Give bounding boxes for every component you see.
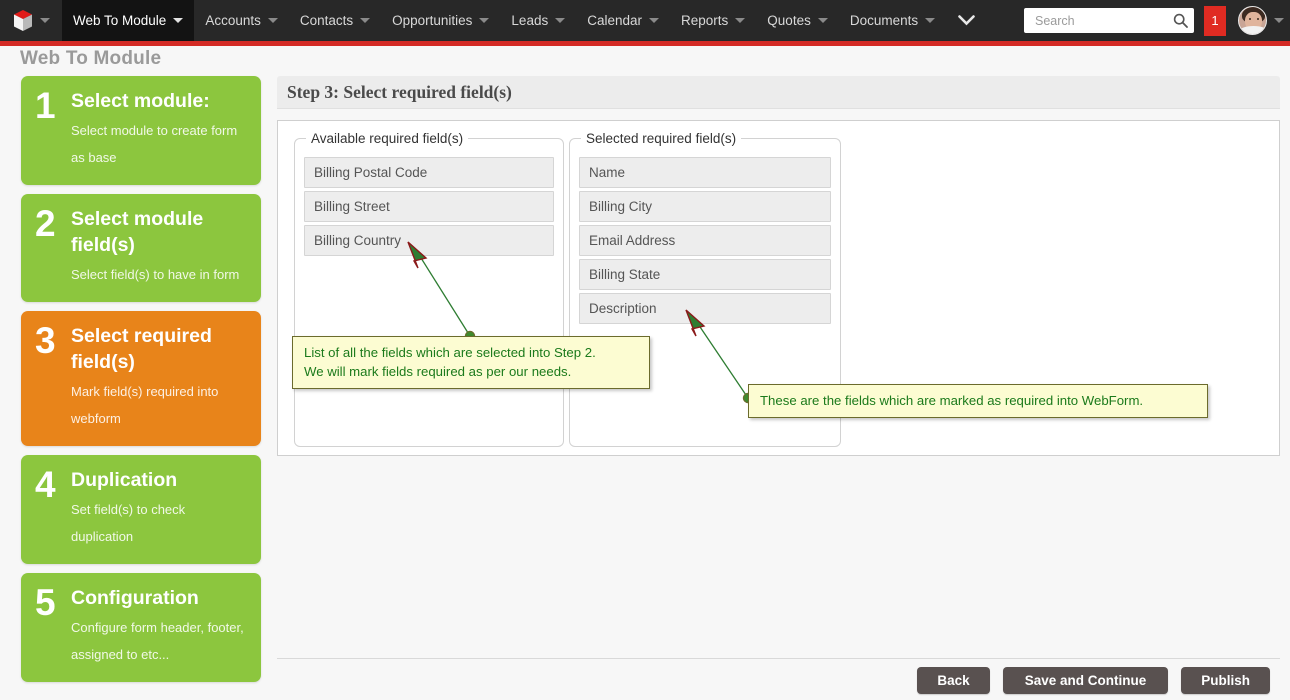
page-title: Web To Module: [20, 48, 162, 69]
step-description: Select module to create form as base: [71, 123, 238, 165]
search-box[interactable]: [1024, 8, 1194, 33]
step-title: Configuration: [71, 587, 199, 609]
nav-item-label: Calendar: [587, 13, 643, 28]
chevron-down-icon: [479, 18, 490, 23]
chevron-down-icon: [649, 18, 660, 23]
nav-item-label: Contacts: [299, 13, 354, 28]
navbar-right-controls: 1: [1024, 0, 1290, 41]
sidebar-step-1[interactable]: 1 Select module: Select module to create…: [21, 76, 261, 185]
annotation-line: List of all the fields which are selecte…: [304, 345, 596, 360]
avatar-eye-right: [1257, 18, 1259, 20]
accent-divider: [0, 41, 1290, 46]
list-item[interactable]: Email Address: [579, 225, 831, 256]
list-item[interactable]: Billing Country: [304, 225, 554, 256]
annotation-line: These are the fields which are marked as…: [760, 393, 1144, 408]
nav-item-label: Leads: [511, 13, 549, 28]
list-item[interactable]: Description: [579, 293, 831, 324]
nav-item-label: Reports: [681, 13, 729, 28]
search-input[interactable]: [1033, 12, 1173, 29]
nav-item-quotes[interactable]: Quotes: [756, 0, 839, 41]
nav-item-accounts[interactable]: Accounts: [194, 0, 289, 41]
nav-item-web-to-module[interactable]: Web To Module: [62, 0, 195, 41]
step-title: Duplication: [71, 469, 178, 491]
sidebar-step-5[interactable]: 5 Configuration Configure form header, f…: [21, 573, 261, 682]
chevron-down-icon: [173, 18, 184, 23]
available-fields-legend: Available required field(s): [311, 131, 464, 146]
nav-item-label: Accounts: [205, 13, 261, 28]
step-number: 1: [35, 85, 56, 126]
nav-item-label: Web To Module: [73, 13, 167, 28]
chevron-down-icon[interactable]: [1274, 18, 1284, 23]
step-description: Select field(s) to have in form: [71, 267, 240, 282]
notification-badge[interactable]: 1: [1204, 5, 1226, 36]
annotation-line: We will mark fields required as per our …: [304, 364, 572, 379]
list-item[interactable]: Name: [579, 157, 831, 188]
nav-item-label: Quotes: [767, 13, 811, 28]
nav-item-documents[interactable]: Documents: [839, 0, 946, 41]
chevron-down-icon: [40, 18, 50, 23]
sidebar-step-2[interactable]: 2 Select module field(s) Select field(s)…: [21, 194, 261, 302]
step-sidebar: 1 Select module: Select module to create…: [21, 76, 261, 691]
step-title: Select module:: [71, 90, 210, 112]
step-title: Select required field(s): [71, 325, 212, 373]
logo-area[interactable]: [0, 0, 62, 41]
nav-item-contacts[interactable]: Contacts: [289, 0, 381, 41]
step-description: Set field(s) to check duplication: [71, 502, 186, 544]
cube-logo-icon: [12, 9, 34, 33]
nav-item-opportunities[interactable]: Opportunities: [381, 0, 500, 41]
step-number: 2: [35, 203, 56, 244]
chevron-down-icon: [817, 18, 828, 23]
chevron-down-icon: [360, 18, 371, 23]
nav-item-leads[interactable]: Leads: [500, 0, 576, 41]
step-header-title: Step 3: Select required field(s): [277, 76, 1280, 109]
available-fields-fieldset: Available required field(s) Billing Post…: [294, 131, 564, 447]
nav-item-label: Opportunities: [392, 13, 473, 28]
save-and-continue-button[interactable]: Save and Continue: [1002, 667, 1169, 694]
nav-item-label: Documents: [849, 13, 919, 28]
nav-item-reports[interactable]: Reports: [670, 0, 756, 41]
sidebar-step-4[interactable]: 4 Duplication Set field(s) to check dupl…: [21, 455, 261, 564]
avatar-shoulders: [1240, 26, 1266, 34]
back-button[interactable]: Back: [917, 667, 990, 694]
list-item[interactable]: Billing Street: [304, 191, 554, 222]
step-number: 4: [35, 464, 56, 505]
step-description: Mark field(s) required into webform: [71, 384, 219, 426]
step-description: Configure form header, footer, assigned …: [71, 620, 244, 662]
avatar[interactable]: [1238, 6, 1267, 35]
top-navigation-bar: Web To Module Accounts Contacts Opportun…: [0, 0, 1290, 41]
step-title: Select module field(s): [71, 208, 204, 256]
avatar-eye-left: [1249, 18, 1251, 20]
nav-overflow-menu-button[interactable]: [946, 0, 987, 41]
list-item[interactable]: Billing City: [579, 191, 831, 222]
annotation-callout-selected: These are the fields which are marked as…: [748, 384, 1208, 418]
list-item[interactable]: Billing Postal Code: [304, 157, 554, 188]
chevron-down-icon: [267, 18, 278, 23]
chevron-down-icon: [925, 18, 936, 23]
nav-item-calendar[interactable]: Calendar: [576, 0, 670, 41]
chevron-down-icon: [958, 15, 975, 26]
publish-button[interactable]: Publish: [1181, 667, 1270, 694]
sidebar-step-3[interactable]: 3 Select required field(s) Mark field(s)…: [21, 311, 261, 446]
footer-actions: Back Save and Continue Publish: [277, 658, 1280, 694]
step-number: 5: [35, 582, 56, 623]
list-item[interactable]: Billing State: [579, 259, 831, 290]
step-number: 3: [35, 320, 56, 361]
annotation-callout-available: List of all the fields which are selecte…: [292, 336, 650, 389]
selected-fields-legend: Selected required field(s): [586, 131, 737, 146]
chevron-down-icon: [555, 18, 566, 23]
search-icon[interactable]: [1173, 13, 1188, 28]
chevron-down-icon: [735, 18, 746, 23]
